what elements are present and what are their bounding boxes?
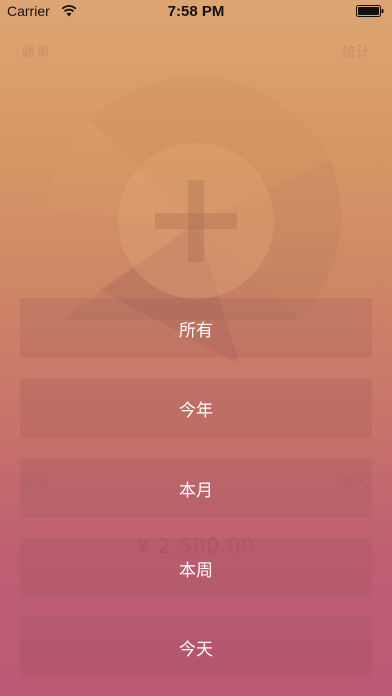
filter-option-label: 本月 — [179, 480, 213, 501]
background-header-left: 账单 — [22, 45, 50, 61]
add-icon-vertical — [188, 180, 204, 262]
pie-slice-right — [196, 160, 342, 320]
filter-option-label: 今年 — [179, 400, 213, 421]
add-circle — [118, 143, 274, 299]
filter-option-label: 所有 — [179, 320, 213, 341]
filter-option-label: 今天 — [179, 639, 213, 660]
pie-slice-large — [90, 76, 330, 223]
filter-option-label: 本周 — [179, 560, 213, 581]
pie-slice-left — [45, 120, 196, 223]
battery-icon — [356, 5, 384, 17]
filter-option-this-week[interactable]: 本周 — [20, 538, 372, 598]
status-bar: Carrier 7:58 PM — [0, 0, 392, 22]
status-time: 7:58 PM — [167, 3, 225, 20]
add-icon-horizontal — [155, 213, 237, 229]
filter-option-this-month[interactable]: 本月 — [20, 458, 372, 518]
filter-option-this-year[interactable]: 今年 — [20, 378, 372, 438]
filter-option-all[interactable]: 所有 — [20, 298, 372, 358]
filter-option-today[interactable]: 今天 — [20, 617, 372, 677]
background-header-right: 统计 — [342, 45, 370, 61]
